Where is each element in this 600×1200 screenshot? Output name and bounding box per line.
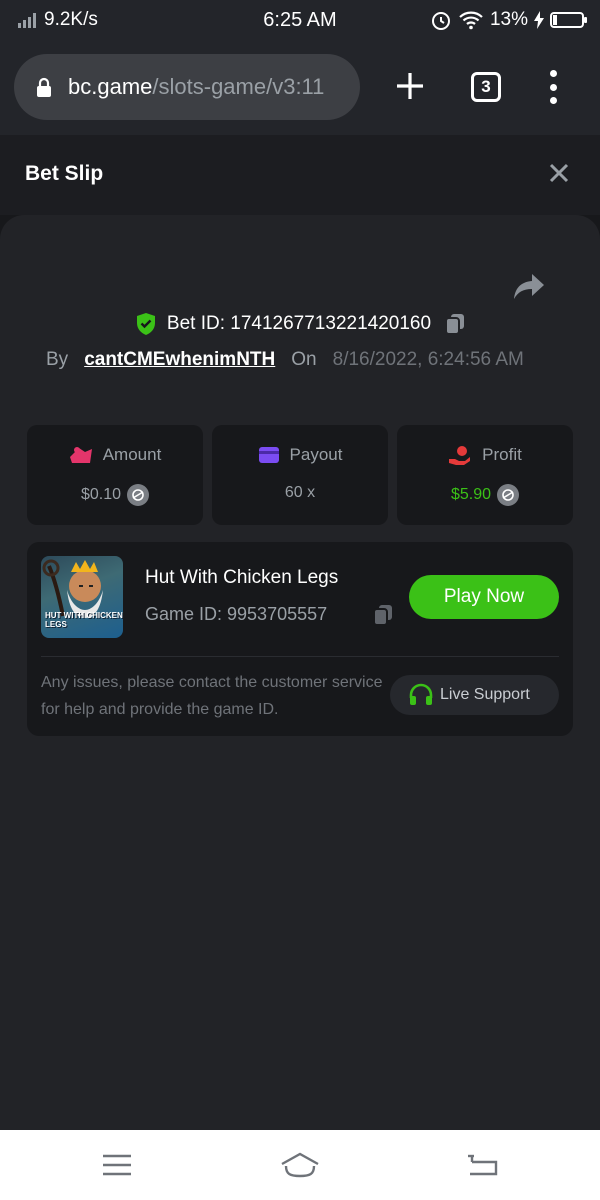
coin-icon [497,484,520,506]
live-support-button[interactable]: Live Support [390,675,559,715]
stat-label: Amount [102,445,162,464]
by-label: By [46,349,69,370]
live-support-label: Live Support [440,686,530,703]
bet-meta-row: By cantCMEwhenimNTH On 8/16/2022, 6:24:5… [46,349,524,371]
game-panel: HUT WITH CHICKEN LEGS Hut With Chicken L… [27,542,573,736]
copy-bet-id-icon[interactable] [445,313,465,335]
username-link[interactable]: cantCMEwhenimNTH [84,349,275,371]
game-id: Game ID: 9953705557 [145,604,328,624]
on-label: On [291,349,317,370]
modal-header: Bet Slip [0,135,600,215]
bet-stats: Amount $0.10 Payout 60 x Profit $5.90 [27,425,573,525]
verified-shield-icon [136,313,155,335]
battery-icon [550,12,587,28]
stat-payout: Payout 60 x [212,425,388,525]
back-icon[interactable] [462,1150,502,1180]
stat-value: $5.90 [450,486,492,503]
copy-game-id-icon[interactable] [373,604,393,626]
lock-icon [37,77,51,97]
url-domain: bc.game [68,74,153,99]
system-nav-bar [0,1130,600,1200]
tab-switcher-button[interactable]: 3 [471,72,501,102]
stat-value: 60 x [284,484,316,501]
menu-icon[interactable] [97,1150,137,1180]
home-icon[interactable] [280,1150,320,1180]
payout-icon [258,447,279,463]
amount-icon [69,447,92,463]
bet-id-row: Bet ID: 1741267713221420160 [0,312,600,336]
divider [41,656,559,657]
profit-icon [449,446,471,465]
close-button[interactable] [546,160,572,186]
url-path: /slots-game/v3:11 [152,74,325,99]
game-thumb-title: HUT WITH CHICKEN LEGS [45,611,123,629]
stat-profit: Profit $5.90 [397,425,573,525]
play-now-button[interactable]: Play Now [409,575,559,619]
bet-date: 8/16/2022, 6:24:56 AM [332,349,524,370]
stat-amount: Amount $0.10 [27,425,203,525]
modal-title: Bet Slip [25,162,104,185]
game-name: Hut With Chicken Legs [145,567,339,588]
wifi-icon [459,11,483,30]
stat-value: $0.10 [80,486,122,503]
coin-icon [127,484,150,506]
status-bar: 9.2K/s 6:25 AM 13% [0,0,600,40]
battery-percent: 13% [489,9,528,30]
stat-label: Profit [482,445,522,464]
address-bar[interactable]: bc.game/slots-game/v3:11 [14,54,360,120]
support-help-text: Any issues, please contact the customer … [41,674,383,718]
charging-icon [534,11,544,29]
share-icon[interactable] [512,272,546,302]
stat-label: Payout [289,445,343,464]
alarm-icon [431,12,450,30]
headset-icon [409,683,433,705]
bet-id-text: Bet ID: 1741267713221420160 [166,313,432,334]
browser-toolbar: bc.game/slots-game/v3:11 3 [0,40,600,135]
status-right: 13% [430,9,588,31]
browser-menu-button[interactable] [545,70,561,104]
game-thumbnail[interactable]: HUT WITH CHICKEN LEGS [41,556,123,638]
new-tab-button[interactable] [393,69,427,103]
